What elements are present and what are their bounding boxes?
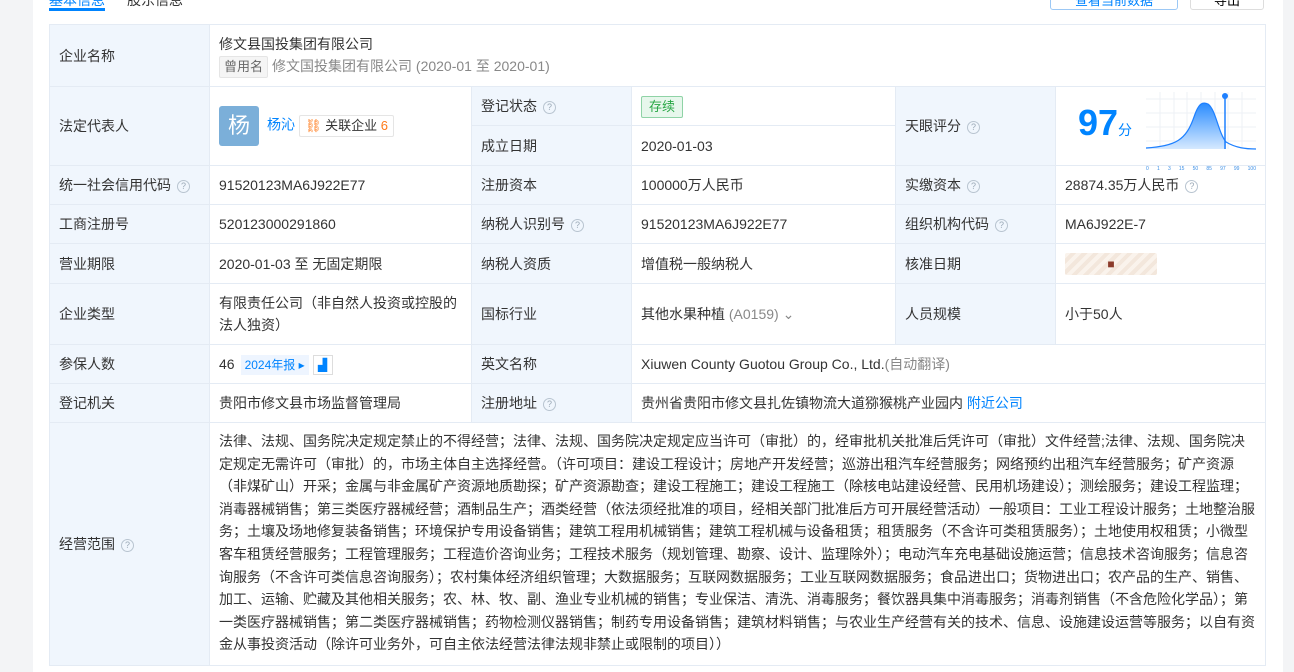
annual-report-button[interactable]: 2024年报 ▸ bbox=[240, 354, 309, 375]
legal-rep-label: 法定代表人 bbox=[49, 86, 210, 166]
lock-icon[interactable]: ■ bbox=[1065, 253, 1157, 275]
paid-capital-label: 实缴资本 bbox=[905, 177, 961, 193]
help-icon[interactable]: ? bbox=[121, 538, 134, 552]
help-icon[interactable]: ? bbox=[967, 179, 980, 193]
reg-authority-value: 贵阳市修文县市场监督管理局 bbox=[209, 383, 472, 423]
active-tab-indicator bbox=[49, 8, 105, 11]
industry-label: 国标行业 bbox=[471, 283, 632, 345]
help-icon[interactable]: ? bbox=[177, 179, 190, 193]
term-label: 营业期限 bbox=[49, 243, 210, 284]
approval-date-label: 核准日期 bbox=[895, 243, 1056, 284]
help-icon[interactable]: ? bbox=[543, 397, 556, 411]
company-name-label: 企业名称 bbox=[49, 24, 210, 87]
reg-authority-label: 登记机关 bbox=[49, 383, 210, 423]
scope-label: 经营范围 bbox=[59, 535, 115, 552]
org-code-value: MA6J922E-7 bbox=[1054, 204, 1267, 244]
credit-code-label: 统一社会信用代码 bbox=[59, 177, 171, 193]
biz-reg-no-value: 520123000291860 bbox=[209, 204, 472, 244]
help-icon[interactable]: ? bbox=[571, 218, 584, 232]
bell-curve bbox=[1145, 92, 1257, 150]
biz-reg-no-label: 工商注册号 bbox=[49, 204, 210, 244]
company-type-value: 有限责任公司（非自然人投资或控股的法人独资） bbox=[209, 283, 472, 345]
taxpayer-id-label: 纳税人识别号 bbox=[481, 216, 565, 232]
former-name: 修文国投集团有限公司 (2020-01 至 2020-01) bbox=[272, 58, 550, 74]
english-name-value: Xiuwen County Guotou Group Co., Ltd. bbox=[641, 356, 885, 372]
former-name-tag: 曾用名 bbox=[219, 56, 269, 78]
org-code-label: 组织机构代码 bbox=[905, 216, 989, 232]
taxpayer-qual-label: 纳税人资质 bbox=[471, 243, 632, 284]
rating-cell[interactable]: 97分 0 1 3 15 50 85 97 99 100 bbox=[1054, 86, 1267, 172]
founded-value: 2020-01-03 bbox=[631, 125, 896, 166]
rating-axis: 0 1 3 15 50 85 97 99 100 bbox=[1146, 166, 1256, 172]
founded-label: 成立日期 bbox=[471, 125, 632, 166]
rating-score: 97 bbox=[1077, 101, 1119, 143]
credit-code-value: 91520123MA6J922E77 bbox=[209, 165, 472, 205]
legal-rep-name[interactable]: 杨沁 bbox=[267, 117, 295, 133]
export-button[interactable]: 导出 bbox=[1190, 0, 1264, 10]
view-current-data-button[interactable]: 查看当前数据 bbox=[1050, 0, 1178, 10]
auto-translate-note: (自动翻译) bbox=[884, 356, 950, 372]
english-name-label: 英文名称 bbox=[471, 344, 632, 384]
rating-label: 天眼评分 bbox=[905, 118, 961, 134]
avatar: 杨 bbox=[219, 106, 259, 146]
company-name: 修文县国投集团有限公司 bbox=[219, 36, 373, 52]
help-icon[interactable]: ? bbox=[1185, 179, 1199, 193]
help-icon[interactable]: ? bbox=[995, 218, 1008, 232]
help-icon[interactable]: ? bbox=[543, 100, 556, 114]
industry-dropdown[interactable]: 其他水果种植 (A0159) ⌄ bbox=[631, 283, 896, 345]
help-icon[interactable]: ? bbox=[967, 120, 980, 134]
tab-shareholders[interactable]: 股东信息 bbox=[127, 0, 183, 10]
network-icon: ⛓ bbox=[305, 118, 322, 133]
term-value: 2020-01-03 至 无固定期限 bbox=[209, 243, 472, 284]
reg-status-label: 登记状态 bbox=[481, 98, 537, 114]
related-companies-button[interactable]: ⛓ 关联企业 6 bbox=[299, 115, 395, 137]
rating-unit: 分 bbox=[1118, 121, 1133, 138]
reg-capital-label: 注册资本 bbox=[471, 165, 632, 205]
status-badge: 存续 bbox=[641, 95, 684, 118]
taxpayer-id-value: 91520123MA6J922E77 bbox=[631, 204, 896, 244]
address-label: 注册地址 bbox=[481, 395, 537, 411]
chevron-down-icon: ⌄ bbox=[782, 306, 795, 322]
company-info-table: 企业名称 修文县国投集团有限公司 曾用名 修文国投集团有限公司 (2020-01 … bbox=[49, 24, 1267, 666]
staff-size-value: 小于50人 bbox=[1054, 283, 1267, 345]
nearby-companies-link[interactable]: 附近公司 bbox=[967, 395, 1023, 411]
insured-value: 46 bbox=[219, 355, 235, 372]
rating-distribution-chart: 0 1 3 15 50 85 97 99 100 bbox=[1145, 92, 1257, 172]
insured-label: 参保人数 bbox=[49, 344, 210, 384]
staff-size-label: 人员规模 bbox=[895, 283, 1056, 345]
taxpayer-qual-value: 增值税一般纳税人 bbox=[631, 243, 896, 284]
bar-chart-icon[interactable]: ▟ bbox=[312, 355, 333, 376]
address-value: 贵州省贵阳市修文县扎佐镇物流大道猕猴桃产业园内 bbox=[641, 395, 963, 411]
company-type-label: 企业类型 bbox=[49, 283, 210, 345]
reg-capital-value: 100000万人民币 bbox=[631, 165, 896, 205]
scope-value: 法律、法规、国务院决定规定禁止的不得经营；法律、法规、国务院决定规定应当许可（审… bbox=[208, 422, 1267, 666]
